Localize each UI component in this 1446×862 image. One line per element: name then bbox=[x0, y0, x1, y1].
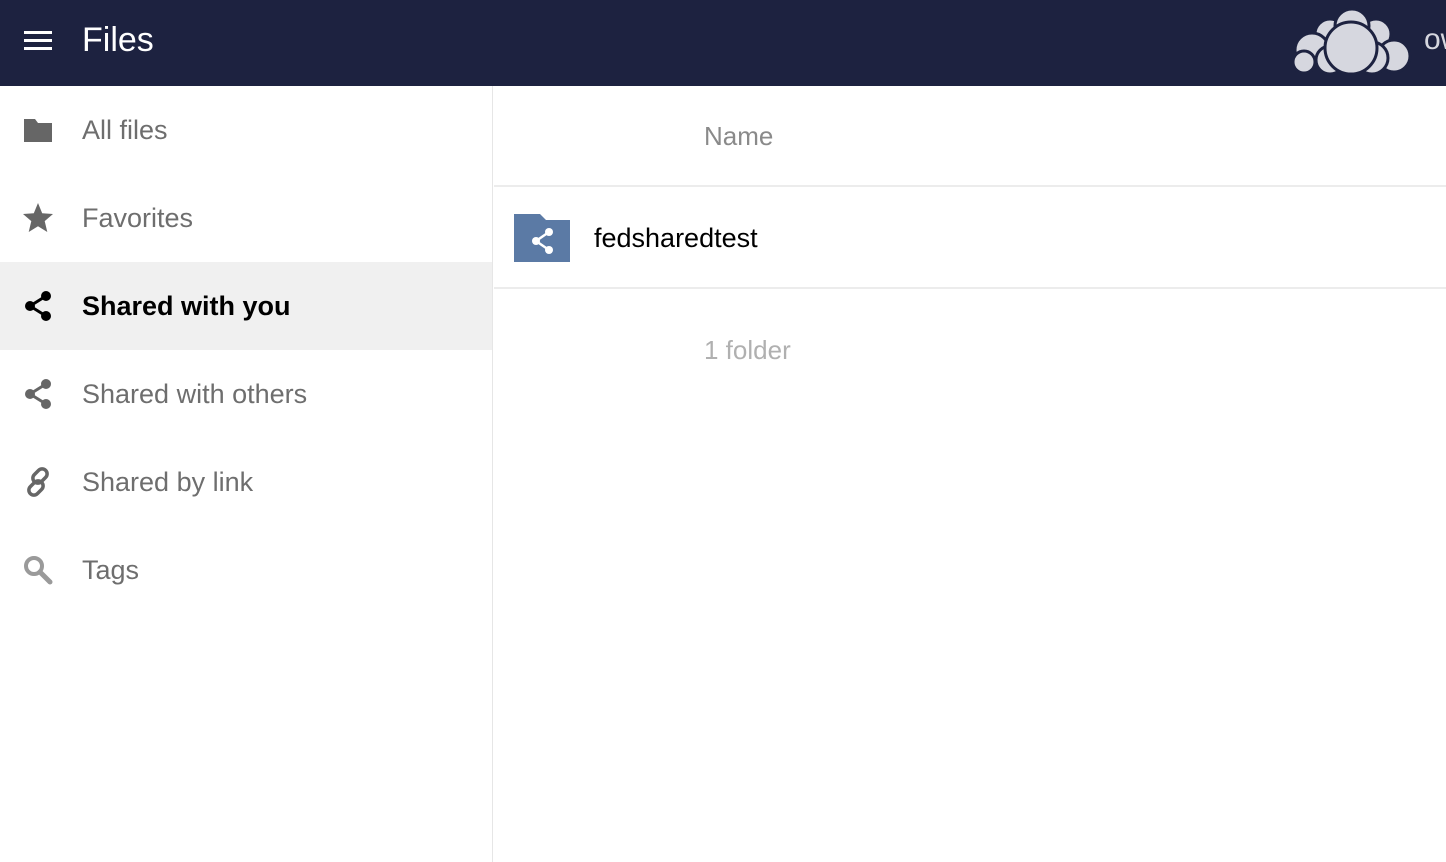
menu-icon-bar bbox=[24, 39, 52, 42]
sidebar-item-shared-with-you[interactable]: Shared with you bbox=[0, 262, 492, 350]
sidebar-item-label: All files bbox=[82, 115, 168, 145]
sidebar-item-label: Shared by link bbox=[82, 467, 254, 497]
file-name[interactable]: fedsharedtest bbox=[594, 187, 758, 289]
top-header: Files ownCloud bbox=[0, 0, 1446, 86]
folder-icon bbox=[22, 114, 54, 146]
file-list-header: Name bbox=[494, 86, 1446, 187]
sidebar-item-label: Favorites bbox=[82, 203, 194, 233]
share-icon bbox=[22, 378, 54, 410]
sidebar-item-all-files[interactable]: All files bbox=[0, 86, 492, 174]
shared-folder-icon bbox=[514, 214, 570, 262]
menu-icon-bar bbox=[24, 47, 52, 50]
file-list-area: Name fedsharedtest 1 folder bbox=[494, 86, 1446, 862]
menu-button[interactable] bbox=[22, 28, 54, 54]
link-icon bbox=[22, 466, 54, 498]
sidebar-item-label: Tags bbox=[82, 555, 140, 585]
owncloud-logo-icon[interactable] bbox=[1290, 6, 1416, 76]
search-icon bbox=[22, 554, 54, 586]
file-row[interactable]: fedsharedtest bbox=[494, 187, 1446, 289]
sidebar-item-favorites[interactable]: Favorites bbox=[0, 174, 492, 262]
file-summary: 1 folder bbox=[704, 335, 791, 365]
sidebar-item-shared-by-link[interactable]: Shared by link bbox=[0, 438, 492, 526]
share-icon bbox=[22, 290, 54, 322]
sidebar-item-label: Shared with others bbox=[82, 379, 308, 409]
logo-text: ownCloud bbox=[1424, 23, 1446, 56]
sidebar-item-shared-with-others[interactable]: Shared with others bbox=[0, 350, 492, 438]
app-title: Files bbox=[82, 21, 154, 59]
sidebar-navigation: All files Favorites Shared with you Shar… bbox=[0, 86, 493, 862]
sort-by-name-header[interactable]: Name bbox=[704, 116, 773, 156]
star-icon bbox=[22, 202, 54, 234]
sidebar-item-label: Shared with you bbox=[82, 291, 291, 321]
menu-icon-bar bbox=[24, 31, 52, 34]
sidebar-item-tags[interactable]: Tags bbox=[0, 526, 492, 614]
